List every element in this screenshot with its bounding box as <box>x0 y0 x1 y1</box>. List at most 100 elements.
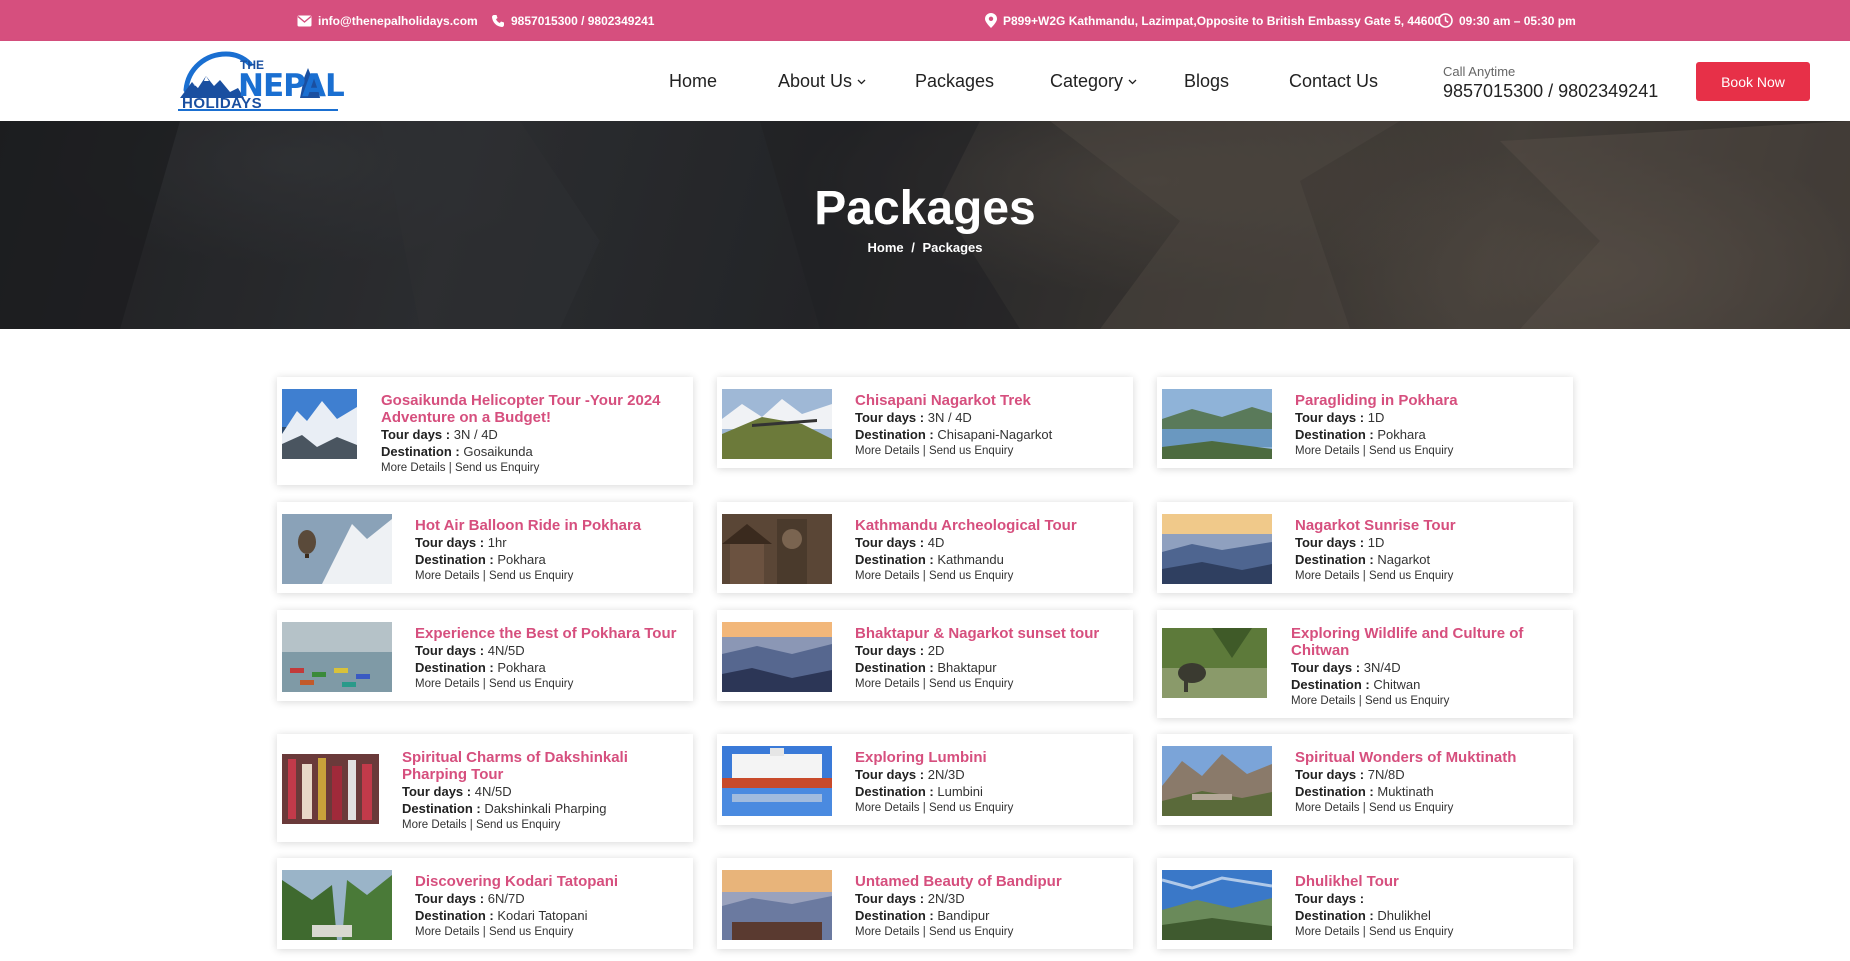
package-title[interactable]: Dhulikhel Tour <box>1295 873 1565 890</box>
package-title[interactable]: Experience the Best of Pokhara Tour <box>415 625 685 642</box>
package-destination: Destination : Chisapani-Nagarkot <box>855 426 1125 443</box>
package-card[interactable]: Paragliding in Pokhara Tour days : 1D De… <box>1157 377 1573 468</box>
destination-value: Lumbini <box>937 784 983 799</box>
send-enquiry-link[interactable]: Send us Enquiry <box>1369 926 1453 938</box>
package-card[interactable]: Nagarkot Sunrise Tour Tour days : 1D Des… <box>1157 502 1573 593</box>
call-anytime-number[interactable]: 9857015300 / 9802349241 <box>1443 81 1658 102</box>
tour-days-value: 2N/3D <box>927 891 965 906</box>
nav-about-us[interactable]: About Us <box>778 41 866 121</box>
package-links: More Details | Send us Enquiry <box>855 443 1125 460</box>
package-thumbnail-image[interactable] <box>282 514 392 584</box>
links-separator: | <box>922 570 926 582</box>
package-title[interactable]: Gosaikunda Helicopter Tour -Your 2024 Ad… <box>381 392 685 426</box>
package-title[interactable]: Untamed Beauty of Bandipur <box>855 873 1125 890</box>
nav-packages[interactable]: Packages <box>915 41 994 121</box>
nav-packages-label: Packages <box>915 70 995 91</box>
more-details-link[interactable]: More Details <box>1295 445 1360 457</box>
top-phone[interactable]: 9857015300 / 9802349241 <box>491 0 654 41</box>
more-details-link[interactable]: More Details <box>1295 570 1360 582</box>
destination-label: Destination : <box>1291 677 1370 692</box>
package-thumbnail-image[interactable] <box>282 622 392 692</box>
package-thumbnail-image[interactable] <box>722 514 832 584</box>
package-thumbnail-image[interactable] <box>722 746 832 816</box>
destination-label: Destination : <box>415 552 494 567</box>
send-enquiry-link[interactable]: Send us Enquiry <box>929 802 1013 814</box>
package-title[interactable]: Bhaktapur & Nagarkot sunset tour <box>855 625 1125 642</box>
package-title[interactable]: Nagarkot Sunrise Tour <box>1295 517 1565 534</box>
package-card[interactable]: Chisapani Nagarkot Trek Tour days : 3N /… <box>717 377 1133 468</box>
package-card[interactable]: Gosaikunda Helicopter Tour -Your 2024 Ad… <box>277 377 693 485</box>
send-enquiry-link[interactable]: Send us Enquiry <box>929 926 1013 938</box>
more-details-link[interactable]: More Details <box>1295 926 1360 938</box>
package-thumbnail-image[interactable] <box>1162 746 1272 816</box>
send-enquiry-link[interactable]: Send us Enquiry <box>1369 802 1453 814</box>
package-card[interactable]: Bhaktapur & Nagarkot sunset tour Tour da… <box>717 610 1133 701</box>
package-thumbnail-image[interactable] <box>1162 389 1272 459</box>
package-links: More Details | Send us Enquiry <box>1295 800 1565 817</box>
top-email[interactable]: info@thenepalholidays.com <box>297 0 478 41</box>
package-title[interactable]: Hot Air Balloon Ride in Pokhara <box>415 517 685 534</box>
package-card[interactable]: Discovering Kodari Tatopani Tour days : … <box>277 858 693 949</box>
send-enquiry-link[interactable]: Send us Enquiry <box>489 678 573 690</box>
send-enquiry-link[interactable]: Send us Enquiry <box>455 462 539 474</box>
package-title[interactable]: Chisapani Nagarkot Trek <box>855 392 1125 409</box>
more-details-link[interactable]: More Details <box>855 570 920 582</box>
package-thumbnail-image[interactable] <box>282 870 392 940</box>
more-details-link[interactable]: More Details <box>855 678 920 690</box>
send-enquiry-link[interactable]: Send us Enquiry <box>1369 570 1453 582</box>
package-title[interactable]: Discovering Kodari Tatopani <box>415 873 685 890</box>
more-details-link[interactable]: More Details <box>415 926 480 938</box>
nav-category[interactable]: Category <box>1050 41 1137 121</box>
site-logo[interactable]: THE NEPAL HOLIDAYS <box>178 48 345 114</box>
package-thumbnail-image[interactable] <box>282 754 379 824</box>
send-enquiry-link[interactable]: Send us Enquiry <box>1369 445 1453 457</box>
package-thumbnail-image[interactable] <box>722 870 832 940</box>
breadcrumb-home-link[interactable]: Home <box>868 240 904 255</box>
send-enquiry-link[interactable]: Send us Enquiry <box>489 926 573 938</box>
send-enquiry-link[interactable]: Send us Enquiry <box>929 570 1013 582</box>
send-enquiry-link[interactable]: Send us Enquiry <box>929 678 1013 690</box>
package-title[interactable]: Exploring Wildlife and Culture of Chitwa… <box>1291 625 1565 659</box>
book-now-button[interactable]: Book Now <box>1696 62 1810 101</box>
package-card[interactable]: Experience the Best of Pokhara Tour Tour… <box>277 610 693 701</box>
package-card[interactable]: Kathmandu Archeological Tour Tour days :… <box>717 502 1133 593</box>
package-card[interactable]: Exploring Wildlife and Culture of Chitwa… <box>1157 610 1573 718</box>
package-thumbnail-image[interactable] <box>722 622 832 692</box>
package-card-body: Gosaikunda Helicopter Tour -Your 2024 Ad… <box>381 392 685 477</box>
nav-home[interactable]: Home <box>669 41 717 121</box>
package-thumbnail-image[interactable] <box>1162 628 1267 698</box>
send-enquiry-link[interactable]: Send us Enquiry <box>476 819 560 831</box>
package-title[interactable]: Spiritual Charms of Dakshinkali Pharping… <box>402 749 685 783</box>
more-details-link[interactable]: More Details <box>855 926 920 938</box>
send-enquiry-link[interactable]: Send us Enquiry <box>1365 695 1449 707</box>
top-address-text: P899+W2G Kathmandu, Lazimpat,Opposite to… <box>1003 13 1441 28</box>
package-destination: Destination : Pokhara <box>415 659 685 676</box>
more-details-link[interactable]: More Details <box>415 570 480 582</box>
nav-blogs[interactable]: Blogs <box>1184 41 1229 121</box>
package-title[interactable]: Paragliding in Pokhara <box>1295 392 1565 409</box>
more-details-link[interactable]: More Details <box>415 678 480 690</box>
package-card[interactable]: Spiritual Wonders of Muktinath Tour days… <box>1157 734 1573 825</box>
more-details-link[interactable]: More Details <box>1291 695 1356 707</box>
package-title[interactable]: Spiritual Wonders of Muktinath <box>1295 749 1565 766</box>
send-enquiry-link[interactable]: Send us Enquiry <box>929 445 1013 457</box>
package-card[interactable]: Untamed Beauty of Bandipur Tour days : 2… <box>717 858 1133 949</box>
nav-contact-us[interactable]: Contact Us <box>1289 41 1378 121</box>
package-thumbnail-image[interactable] <box>722 389 832 459</box>
more-details-link[interactable]: More Details <box>402 819 467 831</box>
send-enquiry-link[interactable]: Send us Enquiry <box>489 570 573 582</box>
package-title[interactable]: Kathmandu Archeological Tour <box>855 517 1125 534</box>
more-details-link[interactable]: More Details <box>855 445 920 457</box>
package-title[interactable]: Exploring Lumbini <box>855 749 1125 766</box>
package-card[interactable]: Spiritual Charms of Dakshinkali Pharping… <box>277 734 693 842</box>
more-details-link[interactable]: More Details <box>1295 802 1360 814</box>
package-thumbnail-image[interactable] <box>282 389 357 459</box>
more-details-link[interactable]: More Details <box>855 802 920 814</box>
package-card[interactable]: Hot Air Balloon Ride in Pokhara Tour day… <box>277 502 693 593</box>
package-thumbnail-image[interactable] <box>1162 514 1272 584</box>
more-details-link[interactable]: More Details <box>381 462 446 474</box>
package-card[interactable]: Exploring Lumbini Tour days : 2N/3D Dest… <box>717 734 1133 825</box>
top-email-text: info@thenepalholidays.com <box>318 13 478 28</box>
package-thumbnail-image[interactable] <box>1162 870 1272 940</box>
package-card[interactable]: Dhulikhel Tour Tour days : Destination :… <box>1157 858 1573 949</box>
